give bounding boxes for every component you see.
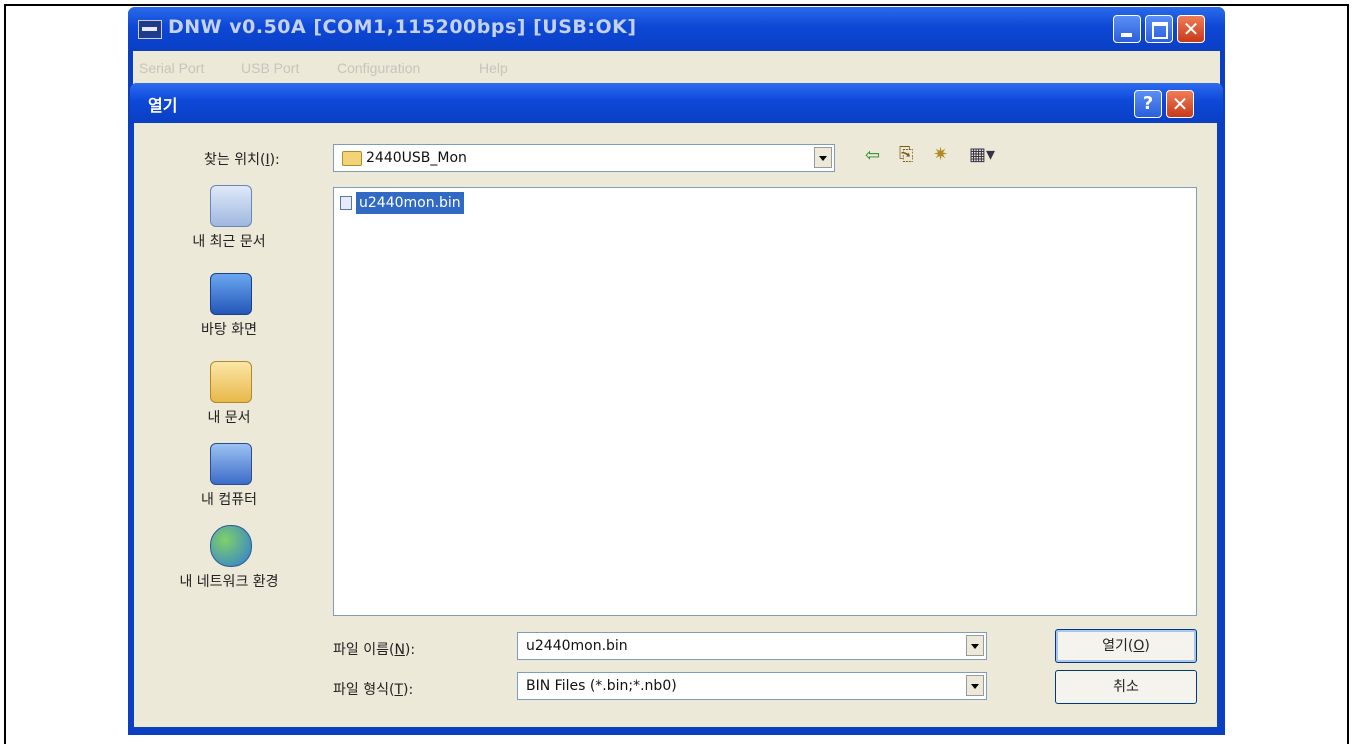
menu-bar: Serial Port USB Port Configuration Help bbox=[133, 51, 1220, 87]
filetype-label: 파일 형식(T): bbox=[333, 682, 414, 698]
dialog-body: 찾는 위치(I): 2440USB_Mon ⇦ ⎘ ✷ ▦▾ 내 최근 문서 바… bbox=[134, 123, 1217, 727]
filetype-value: BIN Files (*.bin;*.nb0) bbox=[526, 678, 677, 694]
filename-input[interactable]: u2440mon.bin bbox=[517, 632, 987, 660]
filename-value: u2440mon.bin bbox=[526, 638, 628, 654]
place-label: 내 최근 문서 bbox=[192, 234, 266, 250]
filename-label: 파일 이름(N): bbox=[333, 642, 416, 658]
binary-file-icon bbox=[340, 196, 352, 210]
maximize-button[interactable] bbox=[1145, 15, 1173, 43]
help-button[interactable]: ? bbox=[1134, 90, 1162, 118]
place-label: 내 문서 bbox=[207, 410, 251, 426]
network-places-icon bbox=[210, 525, 252, 567]
cancel-button[interactable]: 취소 bbox=[1055, 670, 1197, 704]
app-icon bbox=[138, 20, 162, 39]
look-in-label: 찾는 위치(I): bbox=[204, 152, 280, 168]
filetype-dropdown[interactable]: BIN Files (*.bin;*.nb0) bbox=[517, 672, 987, 700]
close-icon: ✕ bbox=[1171, 92, 1189, 116]
back-icon[interactable]: ⇦ bbox=[865, 145, 880, 166]
look-in-dropdown[interactable]: 2440USB_Mon bbox=[333, 144, 835, 172]
chevron-down-icon[interactable] bbox=[814, 147, 832, 168]
app-title: DNW v0.50A [COM1,115200bps] [USB:OK] bbox=[168, 16, 637, 38]
menu-serial-port[interactable]: Serial Port bbox=[139, 60, 204, 76]
my-computer-icon bbox=[210, 443, 252, 485]
place-label: 바탕 화면 bbox=[201, 322, 257, 338]
chevron-down-icon[interactable] bbox=[966, 635, 984, 656]
file-name: u2440mon.bin bbox=[356, 192, 464, 214]
dialog-close-button[interactable]: ✕ bbox=[1166, 90, 1194, 118]
close-button[interactable]: ✕ bbox=[1177, 15, 1205, 43]
place-recent-documents[interactable]: 내 최근 문서 bbox=[154, 185, 304, 271]
file-list[interactable]: u2440mon.bin bbox=[333, 187, 1197, 616]
help-icon: ? bbox=[1142, 93, 1154, 114]
dialog-title: 열기 bbox=[148, 96, 178, 115]
close-icon: ✕ bbox=[1182, 17, 1200, 41]
view-menu-icon[interactable]: ▦▾ bbox=[969, 144, 995, 165]
recent-documents-icon bbox=[210, 185, 252, 227]
place-desktop[interactable]: 바탕 화면 bbox=[154, 273, 304, 359]
app-title-bar[interactable]: DNW v0.50A [COM1,115200bps] [USB:OK] ✕ bbox=[128, 7, 1225, 51]
menu-usb-port[interactable]: USB Port bbox=[241, 60, 299, 76]
place-label: 내 컴퓨터 bbox=[201, 492, 257, 508]
open-button[interactable]: 열기(O) bbox=[1055, 629, 1197, 663]
places-bar: 내 최근 문서 바탕 화면 내 문서 내 컴퓨터 내 네트워크 환경 bbox=[154, 185, 304, 625]
chevron-down-icon[interactable] bbox=[966, 675, 984, 696]
place-my-computer[interactable]: 내 컴퓨터 bbox=[154, 443, 304, 529]
new-folder-icon[interactable]: ✷ bbox=[933, 144, 948, 165]
place-network[interactable]: 내 네트워크 환경 bbox=[154, 525, 304, 611]
look-in-value: 2440USB_Mon bbox=[366, 150, 467, 166]
menu-configuration[interactable]: Configuration bbox=[337, 60, 420, 76]
place-label: 내 네트워크 환경 bbox=[179, 574, 279, 590]
desktop-icon bbox=[210, 273, 252, 315]
menu-help[interactable]: Help bbox=[479, 60, 508, 76]
place-my-documents[interactable]: 내 문서 bbox=[154, 361, 304, 447]
minimize-button[interactable] bbox=[1113, 15, 1141, 43]
dialog-title-bar[interactable]: 열기 ? ✕ bbox=[130, 83, 1223, 123]
up-folder-icon[interactable]: ⎘ bbox=[899, 144, 913, 165]
open-file-dialog: 열기 ? ✕ 찾는 위치(I): 2440USB_Mon ⇦ ⎘ ✷ ▦▾ 내 … bbox=[130, 83, 1223, 735]
my-documents-icon bbox=[210, 361, 252, 403]
folder-icon bbox=[342, 151, 362, 166]
